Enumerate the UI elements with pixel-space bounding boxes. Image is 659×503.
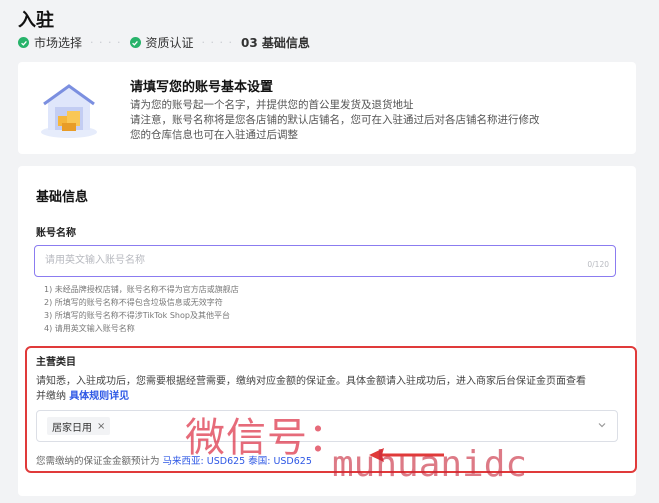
deposit-notice: 请知悉，入驻成功后，您需要根据经营需要，缴纳对应金额的保证金。具体金额请入驻成功…: [36, 374, 626, 404]
intro-title: 请填写您的账号基本设置: [130, 80, 274, 95]
step-label: 资质认证: [145, 36, 194, 50]
account-name-input[interactable]: [35, 246, 565, 274]
chevron-down-icon[interactable]: [597, 420, 607, 430]
warehouse-illustration-icon: [41, 84, 97, 138]
rules-detail-link[interactable]: 具体规则详见: [69, 391, 129, 402]
step-label: 03 基础信息: [241, 36, 310, 50]
name-rule: 4) 请用英文输入账号名称: [44, 324, 135, 333]
step-connector: · · · ·: [201, 36, 233, 49]
account-name-field[interactable]: 0/120: [34, 245, 616, 277]
deposit-notice-text: 并缴纳: [36, 391, 70, 402]
step-connector: · · · ·: [90, 36, 122, 49]
deposit-notice-text: 请知悉，入驻成功后，您需要根据经营需要，缴纳对应金额的保证金。具体金额请入驻成功…: [36, 376, 586, 387]
step-qualification: 资质认证: [129, 34, 194, 51]
watermark-text: 微信号：: [185, 415, 349, 461]
name-rule: 1) 未经品牌授权店铺，账号名称不得为官方店或旗舰店: [44, 285, 239, 294]
name-rule: 2) 所填写的账号名称不得包含垃圾信息或无效字符: [44, 298, 223, 307]
intro-line: 请注意，账号名称将是您各店铺的默认店铺名，您可在入驻通过后对各店铺名称进行修改: [130, 114, 540, 126]
account-name-label: 账号名称: [36, 228, 76, 239]
category-tag: 居家日用 ×: [47, 417, 111, 435]
check-circle-icon: [129, 37, 141, 48]
step-basic-info: 03 基础信息: [241, 34, 310, 51]
intro-line: 您的仓库信息也可在入驻通过后调整: [130, 129, 298, 141]
tag-remove-icon[interactable]: ×: [97, 421, 105, 432]
category-tag-label: 居家日用: [52, 422, 92, 434]
intro-line: 请为您的账号起一个名字，并提供您的首公里发货及退货地址: [130, 99, 414, 111]
main-category-label: 主营类目: [36, 357, 76, 368]
progress-steps: 市场选择 · · · · 资质认证 · · · · 03 基础信息: [18, 34, 310, 51]
watermark-handle: muhuanidc: [332, 444, 528, 485]
section-title: 基础信息: [36, 190, 89, 205]
intro-card: 请填写您的账号基本设置 请为您的账号起一个名字，并提供您的首公里发货及退货地址 …: [18, 62, 636, 154]
char-counter: 0/120: [587, 260, 609, 269]
step-market: 市场选择: [18, 34, 82, 51]
deposit-estimate-label: 您需缴纳的保证金金额预计为: [36, 456, 160, 467]
page-title: 入驻: [18, 10, 54, 31]
step-label: 市场选择: [34, 36, 83, 50]
check-circle-icon: [18, 37, 29, 48]
name-rule: 3) 所填写的账号名称不得涉TikTok Shop及其他平台: [44, 311, 230, 320]
